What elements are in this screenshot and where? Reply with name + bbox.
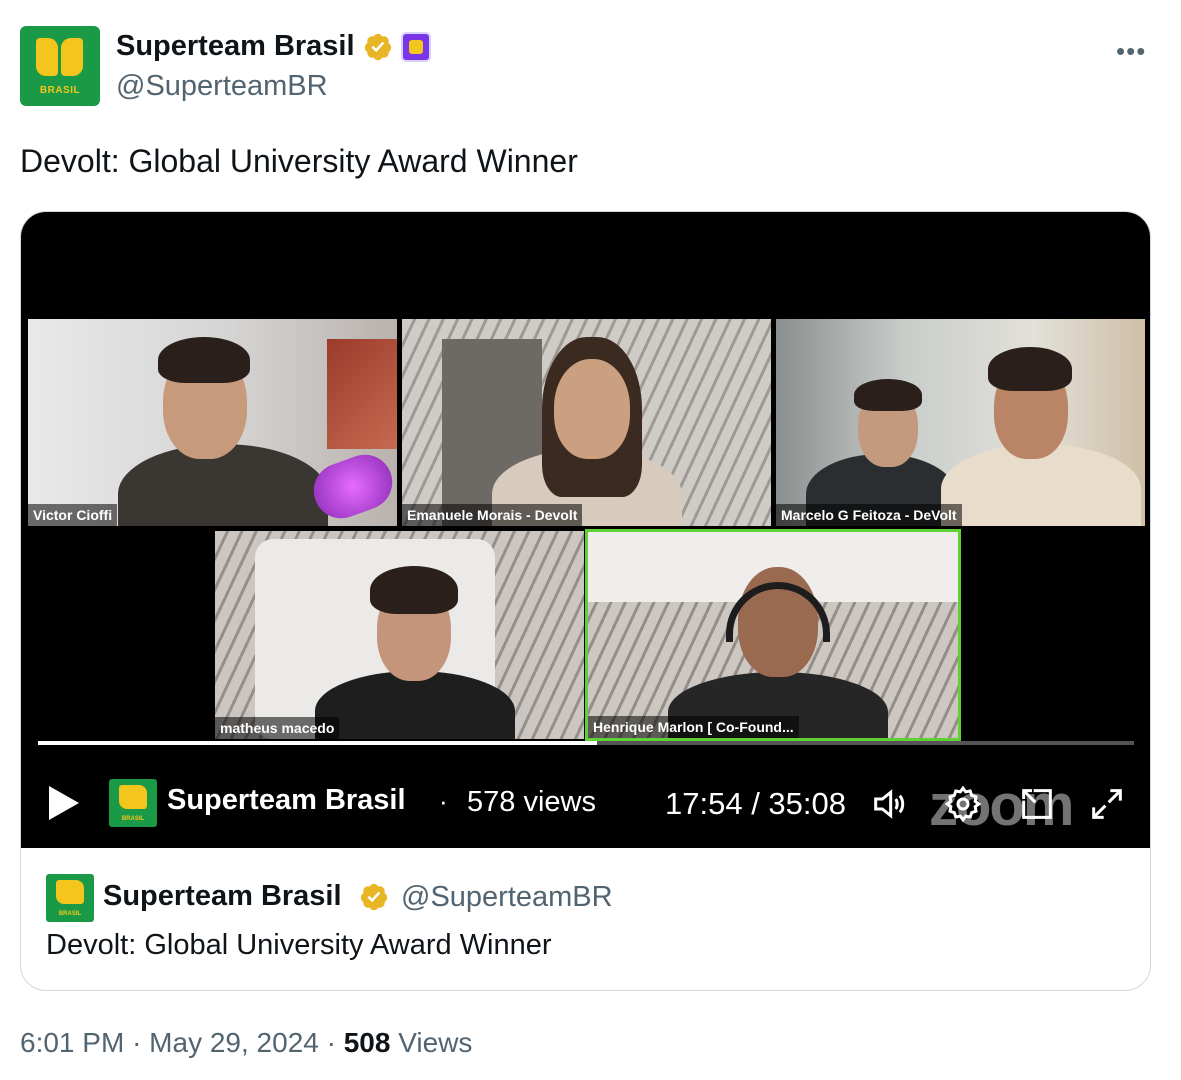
quoted-verified-badge-icon: [360, 883, 388, 911]
video-tile-4: matheus macedo: [215, 531, 584, 739]
video-tile-2: Emanuele Morais - Devolt: [402, 319, 771, 526]
play-button-icon[interactable]: [49, 786, 79, 820]
verified-badge-icon[interactable]: [363, 32, 393, 62]
participant-name: Henrique Marlon [ Co-Found...: [588, 716, 799, 738]
tweet-date[interactable]: May 29, 2024: [149, 1027, 319, 1058]
meta-separator: ·: [326, 1027, 336, 1058]
affiliate-badge-icon[interactable]: [400, 31, 431, 62]
video-tile-5-active-speaker: Henrique Marlon [ Co-Found...: [585, 529, 961, 741]
video-tile-1: Victor Cioffi: [28, 319, 397, 526]
video-tile-3: Marcelo G Feitoza - DeVolt: [776, 319, 1145, 526]
embedded-video-card[interactable]: Victor Cioffi Emanuele Morais - Devolt M…: [20, 211, 1151, 991]
participant-name: matheus macedo: [215, 717, 340, 739]
video-progress-fill: [38, 741, 597, 745]
video-player[interactable]: Victor Cioffi Emanuele Morais - Devolt M…: [21, 212, 1150, 848]
author-display-name[interactable]: Superteam Brasil: [116, 30, 355, 63]
settings-gear-icon[interactable]: [943, 784, 983, 824]
tweet-time[interactable]: 6:01 PM: [20, 1027, 124, 1058]
quoted-avatar-text: BRASIL: [58, 911, 82, 917]
channel-logo[interactable]: BRASIL: [109, 779, 157, 827]
quoted-author-handle[interactable]: @SuperteamBR: [401, 881, 613, 914]
tweet-text: Devolt: Global University Award Winner: [20, 143, 578, 179]
video-controls: BRASIL Superteam Brasil · 578 views 17:5…: [21, 772, 1150, 838]
video-time: 17:54 / 35:08: [665, 786, 846, 821]
participant-name: Emanuele Morais - Devolt: [402, 504, 583, 526]
more-options-icon[interactable]: •••: [1116, 36, 1146, 67]
picture-in-picture-icon[interactable]: [1017, 784, 1057, 824]
quoted-author-avatar[interactable]: BRASIL: [46, 874, 94, 922]
fullscreen-icon[interactable]: [1087, 784, 1127, 824]
author-name-row: Superteam Brasil: [116, 30, 431, 63]
video-progress-bar[interactable]: [38, 741, 1134, 745]
meta-separator: ·: [132, 1027, 142, 1058]
volume-icon[interactable]: [869, 784, 909, 824]
avatar-brand-text: BRASIL: [39, 85, 81, 96]
tweet-meta: 6:01 PM · May 29, 2024 · 508 Views: [20, 1027, 472, 1059]
author-avatar[interactable]: BRASIL: [20, 26, 100, 106]
superteam-logo-icon: [36, 38, 84, 78]
tweet-views-label: Views: [398, 1027, 473, 1058]
video-view-count: 578 views: [467, 786, 596, 818]
quoted-tweet-text: Devolt: Global University Award Winner: [46, 929, 552, 961]
participant-name: Marcelo G Feitoza - DeVolt: [776, 504, 962, 526]
quoted-author-name[interactable]: Superteam Brasil: [103, 880, 342, 913]
participant-name: Victor Cioffi: [28, 504, 118, 526]
channel-logo-text: BRASIL: [121, 816, 145, 822]
author-handle[interactable]: @SuperteamBR: [116, 70, 328, 103]
channel-name[interactable]: Superteam Brasil: [167, 784, 406, 817]
separator-dot: ·: [439, 786, 448, 816]
tweet-view-count: 508: [343, 1027, 391, 1058]
